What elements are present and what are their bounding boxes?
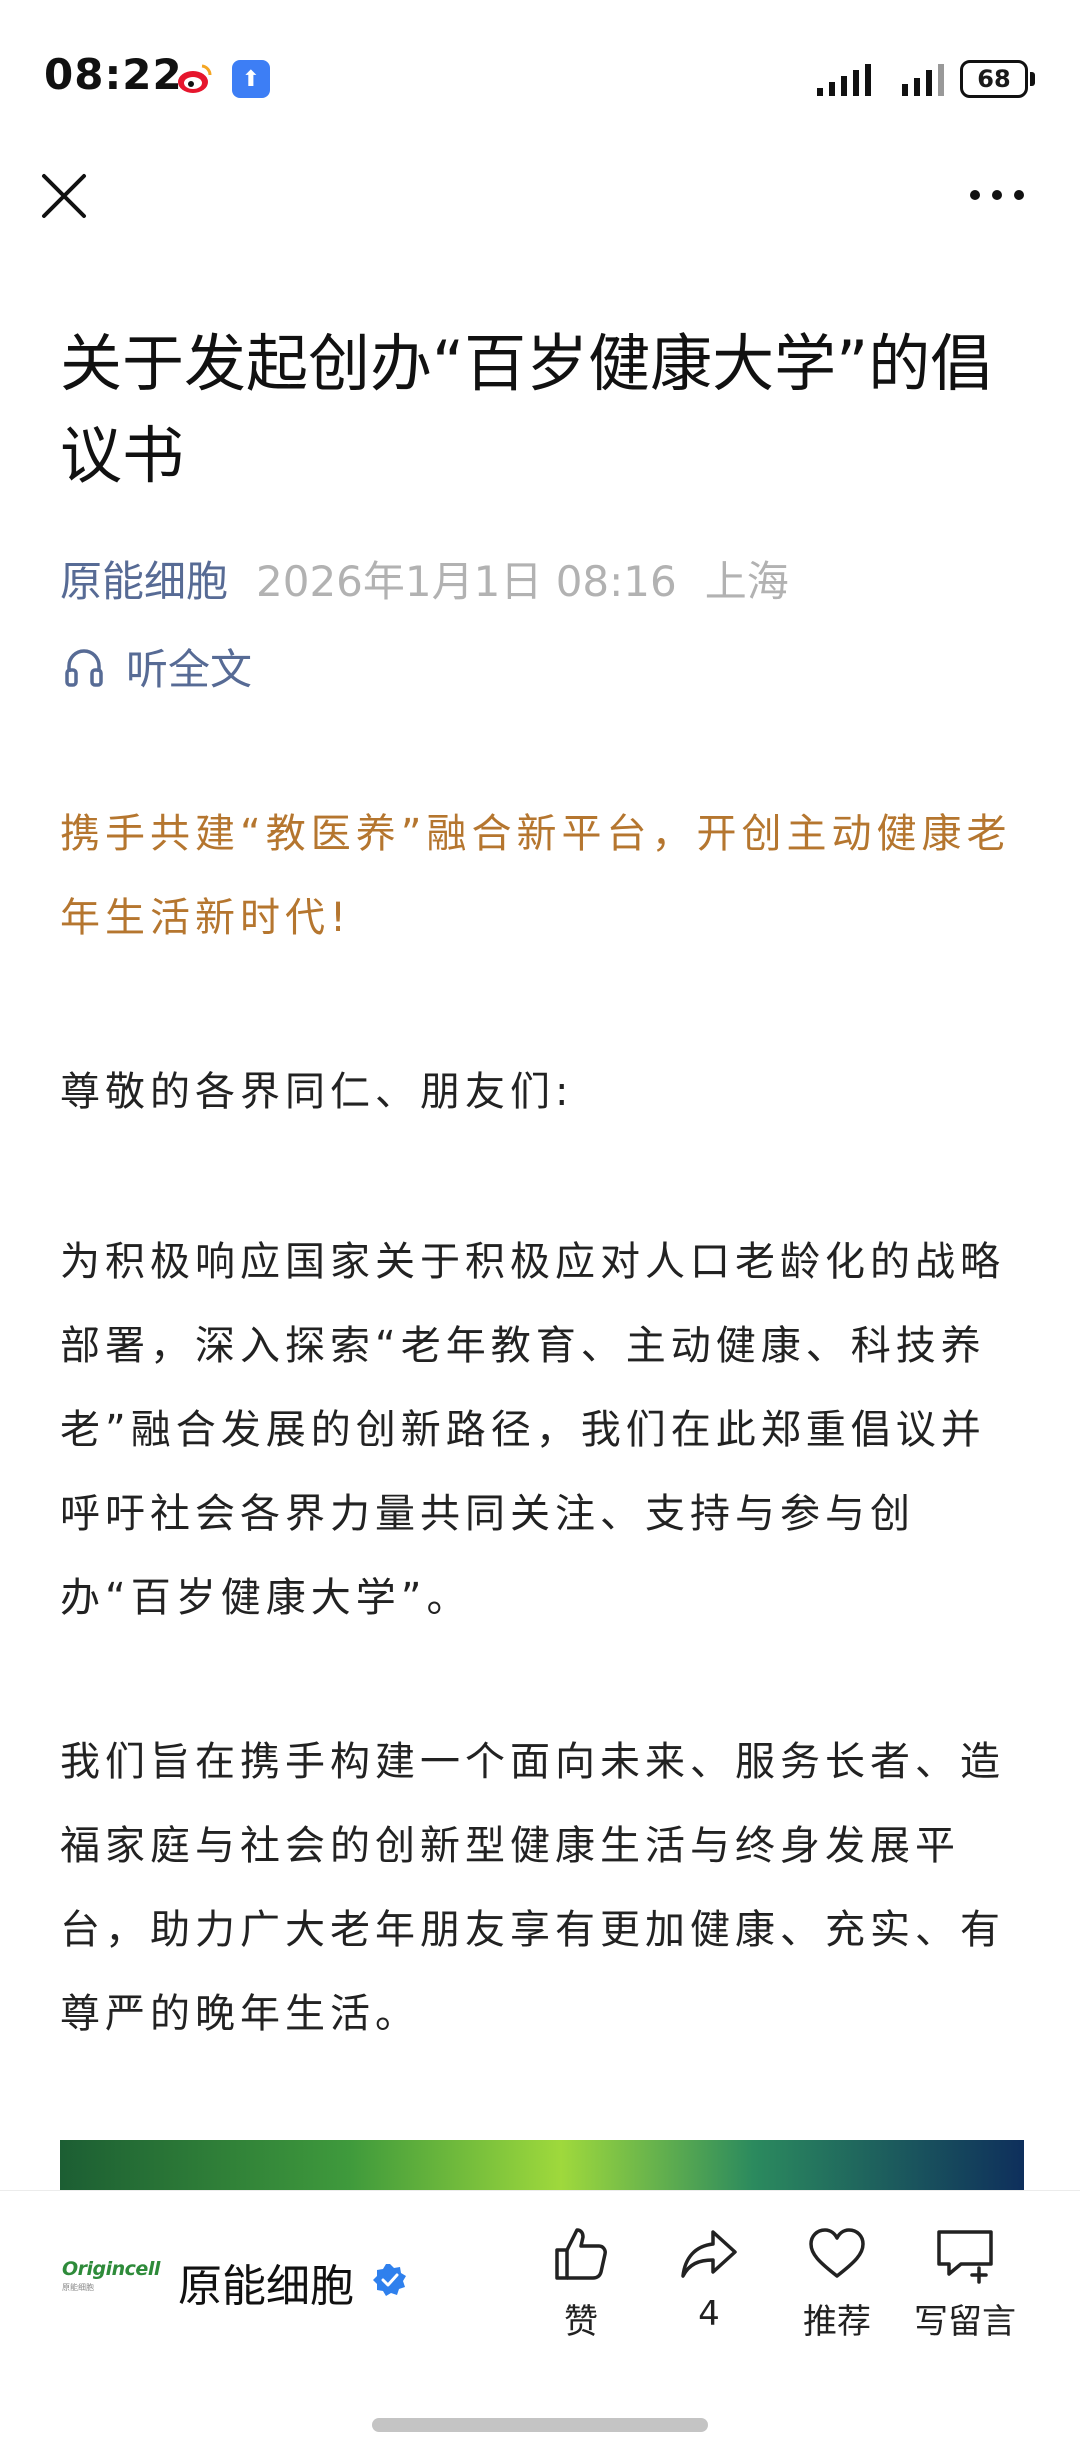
verified-badge-icon — [373, 2264, 406, 2296]
home-indicator[interactable] — [372, 2418, 708, 2432]
publish-location: 上海 — [704, 557, 789, 606]
thumbs-up-icon — [555, 2228, 607, 2280]
close-icon[interactable] — [40, 172, 88, 220]
listen-label: 听全文 — [126, 645, 253, 694]
article-title: 关于发起创办“百岁健康大学”的倡议书 — [60, 327, 993, 492]
recommend-button[interactable]: 推荐 — [782, 2222, 892, 2343]
recommend-label: 推荐 — [803, 2302, 871, 2342]
paragraph: 为积极响应国家关于积极应对人口老龄化的战略部署，深入探索“老年教育、主动健康、科… — [60, 1239, 1005, 1621]
signal-icon — [902, 64, 944, 96]
account-logo[interactable]: Origincell 原能细胞 — [62, 2258, 160, 2302]
share-icon — [681, 2230, 737, 2278]
like-button[interactable]: 赞 — [526, 2222, 636, 2343]
upload-icon: ⬆ — [232, 60, 270, 98]
article-banner-image — [60, 2140, 1024, 2190]
paragraph: 我们旨在携手构建一个面向未来、服务长者、造福家庭与社会的创新型健康生活与终身发展… — [60, 1739, 1005, 2037]
like-label: 赞 — [564, 2302, 598, 2342]
status-time: 08:22 — [44, 50, 183, 99]
more-icon[interactable] — [968, 188, 1026, 202]
comment-icon — [937, 2230, 993, 2284]
signal-icon — [817, 64, 871, 96]
article-meta: 原能细胞 2026年1月1日 08:16 上海 — [60, 548, 789, 609]
share-button[interactable]: 4 — [654, 2222, 764, 2334]
headphone-icon — [65, 648, 103, 687]
heart-icon — [809, 2228, 865, 2278]
listen-button[interactable]: 听全文 — [64, 636, 252, 697]
logo-text: Origincell — [62, 2258, 160, 2280]
comment-button[interactable]: 写留言 — [910, 2222, 1020, 2343]
publish-date: 2026年1月1日 08:16 — [256, 557, 677, 606]
greeting-text: 尊敬的各界同仁、朋友们: — [60, 1069, 574, 1115]
highlight-text: 携手共建“教医养”融合新平台，开创主动健康老年生活新时代! — [60, 811, 1012, 941]
share-count: 4 — [698, 2294, 720, 2334]
logo-subtext: 原能细胞 — [62, 2283, 94, 2292]
weibo-icon — [178, 64, 212, 93]
battery-tip — [1030, 72, 1035, 86]
battery-icon: 68 — [960, 60, 1028, 98]
author-link[interactable]: 原能细胞 — [60, 557, 228, 606]
comment-label: 写留言 — [914, 2302, 1016, 2342]
account-name[interactable]: 原能细胞 — [178, 2250, 354, 2314]
